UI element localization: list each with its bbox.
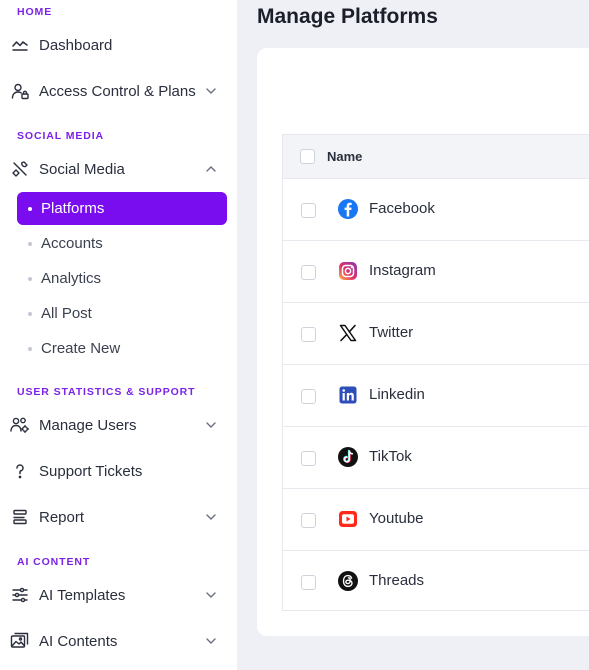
row-checkbox[interactable] xyxy=(301,327,316,342)
row-checkbox[interactable] xyxy=(301,575,316,590)
bullet-dot xyxy=(28,346,32,351)
sidebar-subitem-label: Analytics xyxy=(41,270,102,287)
sidebar-item-label: Social Media xyxy=(39,160,125,178)
sidebar-item-support-tickets[interactable]: Support Tickets xyxy=(10,455,230,487)
sidebar-item-label: Access Control & Plans xyxy=(39,82,196,100)
sidebar-item-label: AI Contents xyxy=(39,632,118,650)
images-icon xyxy=(10,631,30,651)
platform-name: Facebook xyxy=(369,200,435,217)
table-row[interactable]: Facebook xyxy=(283,179,589,241)
sidebar-subitem-accounts[interactable]: Accounts xyxy=(17,227,227,260)
row-checkbox[interactable] xyxy=(301,203,316,218)
sidebar-item-access-control[interactable]: Access Control & Plans xyxy=(10,75,230,107)
sidebar-item-label: Dashboard xyxy=(39,36,113,54)
column-header-name: Name xyxy=(327,149,363,164)
tiktok-icon xyxy=(338,447,358,467)
youtube-icon xyxy=(339,511,357,527)
sidebar-item-label: Manage Users xyxy=(39,416,137,434)
x-twitter-icon xyxy=(339,324,357,342)
bullet-dot xyxy=(28,206,32,211)
sidebar-item-ai-contents[interactable]: AI Contents xyxy=(10,625,230,657)
tools-icon xyxy=(10,159,30,179)
chevron-down-icon xyxy=(206,422,216,428)
sidebar: HOME Dashboard Access Control & Plans SO… xyxy=(0,0,237,670)
sidebar-item-manage-users[interactable]: Manage Users xyxy=(10,409,230,441)
table-row[interactable]: Instagram xyxy=(283,241,589,303)
threads-icon xyxy=(338,571,358,591)
table-row[interactable]: TikTok xyxy=(283,427,589,489)
platforms-table: Name Facebook Instagram Twitter Linkedin… xyxy=(282,134,589,611)
report-list-icon xyxy=(10,507,30,527)
sidebar-item-label: Support Tickets xyxy=(39,462,143,480)
sidebar-item-social-media[interactable]: Social Media xyxy=(10,153,230,185)
sidebar-subitem-platforms[interactable]: Platforms xyxy=(17,192,227,225)
sidebar-item-report[interactable]: Report xyxy=(10,501,230,533)
sidebar-item-label: AI Templates xyxy=(39,586,126,604)
table-row[interactable]: Twitter xyxy=(283,303,589,365)
section-title-ai-content: AI CONTENT xyxy=(17,556,91,568)
sidebar-item-dashboard[interactable]: Dashboard xyxy=(10,29,230,61)
chevron-down-icon xyxy=(206,638,216,644)
question-mark-icon xyxy=(10,461,30,481)
sidebar-subitem-create-new[interactable]: Create New xyxy=(17,332,227,365)
chevron-down-icon xyxy=(206,514,216,520)
instagram-icon xyxy=(339,262,357,280)
chevron-down-icon xyxy=(206,88,216,94)
user-lock-icon xyxy=(10,81,30,101)
chevron-up-icon xyxy=(206,166,216,172)
page-title: Manage Platforms xyxy=(257,5,438,28)
linkedin-icon xyxy=(339,386,357,404)
platform-name: Youtube xyxy=(369,510,424,527)
sliders-icon xyxy=(10,585,30,605)
platform-name: Linkedin xyxy=(369,386,425,403)
platform-name: Threads xyxy=(369,572,425,589)
section-title-social-media: SOCIAL MEDIA xyxy=(17,130,105,142)
sidebar-subitem-label: Platforms xyxy=(41,200,105,217)
sidebar-subitem-label: Accounts xyxy=(41,235,103,252)
bullet-dot xyxy=(28,276,32,281)
section-title-user-statistics: USER STATISTICS & SUPPORT xyxy=(17,386,196,398)
chevron-down-icon xyxy=(206,592,216,598)
platform-name: Instagram xyxy=(369,262,436,279)
sidebar-item-label: Report xyxy=(39,508,85,526)
row-checkbox[interactable] xyxy=(301,451,316,466)
table-row[interactable]: Threads xyxy=(283,551,589,613)
sidebar-subitem-label: Create New xyxy=(41,340,121,357)
row-checkbox[interactable] xyxy=(301,513,316,528)
sidebar-subitem-all-post[interactable]: All Post xyxy=(17,297,227,330)
table-header: Name xyxy=(283,135,589,179)
chart-line-icon xyxy=(10,35,30,55)
sidebar-item-ai-templates[interactable]: AI Templates xyxy=(10,579,230,611)
row-checkbox[interactable] xyxy=(301,389,316,404)
platform-name: TikTok xyxy=(369,448,412,465)
table-row[interactable]: Youtube xyxy=(283,489,589,551)
facebook-icon xyxy=(338,199,358,219)
sidebar-subitem-analytics[interactable]: Analytics xyxy=(17,262,227,295)
sidebar-subitem-label: All Post xyxy=(41,305,92,322)
section-title-home: HOME xyxy=(17,6,53,18)
users-gear-icon xyxy=(10,415,30,435)
bullet-dot xyxy=(28,311,32,316)
bullet-dot xyxy=(28,241,32,246)
row-checkbox[interactable] xyxy=(301,265,316,280)
platform-name: Twitter xyxy=(369,324,414,341)
select-all-checkbox[interactable] xyxy=(300,149,315,164)
table-row[interactable]: Linkedin xyxy=(283,365,589,427)
